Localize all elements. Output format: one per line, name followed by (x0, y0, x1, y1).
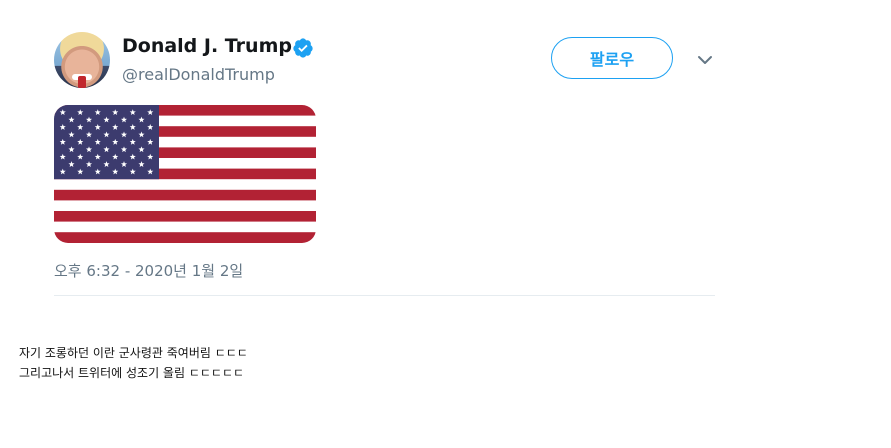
follow-button[interactable]: 팔로우 (551, 37, 673, 79)
user-handle[interactable]: @realDonaldTrump (122, 65, 275, 84)
chevron-down-icon[interactable] (697, 55, 713, 65)
tweet-timestamp[interactable]: 오후 6:32 - 2020년 1월 2일 (54, 260, 243, 281)
verified-badge-icon (293, 38, 313, 58)
caption-line-2: 그리고나서 트위터에 성조기 올림 ㄷㄷㄷㄷㄷ (19, 366, 245, 380)
avatar-tie (78, 76, 86, 88)
us-flag-svg (54, 105, 316, 243)
avatar[interactable] (54, 32, 110, 88)
us-flag-image[interactable] (54, 105, 316, 243)
display-name[interactable]: Donald J. Trump (122, 35, 292, 57)
page: Donald J. Trump @realDonaldTrump 팔로우 오후 … (0, 0, 891, 448)
caption-line-1: 자기 조롱하던 이란 군사령관 죽여버림 ㄷㄷㄷ (19, 346, 248, 360)
divider (54, 295, 715, 296)
